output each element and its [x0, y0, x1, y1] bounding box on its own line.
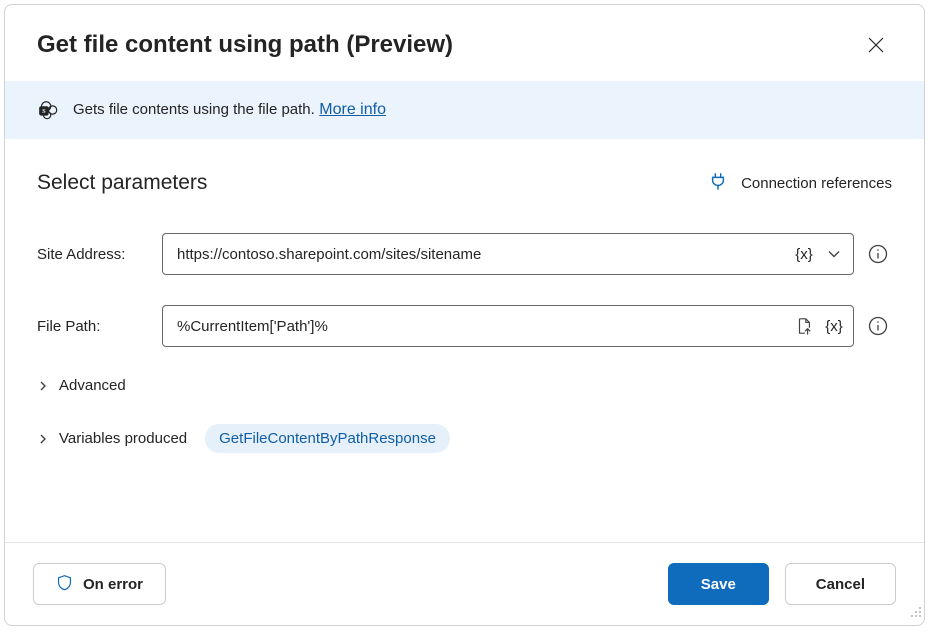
variable-icon: {x} [825, 318, 843, 335]
info-banner: S Gets file contents using the file path… [5, 81, 924, 139]
sharepoint-icon: S [37, 99, 59, 121]
on-error-label: On error [83, 576, 143, 593]
dropdown-button[interactable] [819, 239, 849, 269]
site-address-input-wrap[interactable]: {x} [162, 233, 854, 275]
chevron-right-icon [37, 380, 49, 392]
save-button[interactable]: Save [668, 563, 769, 605]
close-button[interactable] [860, 29, 892, 61]
variable-picker-button[interactable]: {x} [789, 239, 819, 269]
resize-grip-icon[interactable] [908, 604, 922, 623]
close-icon [868, 37, 884, 53]
plug-icon [709, 172, 727, 194]
connection-references-link[interactable]: Connection references [709, 172, 892, 194]
site-address-label: Site Address: [37, 246, 152, 263]
chevron-down-icon [827, 247, 841, 261]
cancel-button[interactable]: Cancel [785, 563, 896, 605]
section-title: Select parameters [37, 171, 207, 195]
file-path-input-wrap[interactable]: {x} [162, 305, 854, 347]
site-address-input[interactable] [177, 246, 789, 263]
file-picker-button[interactable] [789, 311, 819, 341]
advanced-toggle[interactable]: Advanced [37, 377, 892, 394]
info-icon [868, 316, 888, 336]
variable-chip[interactable]: GetFileContentByPathResponse [205, 424, 450, 453]
file-path-input[interactable] [177, 318, 789, 335]
advanced-label: Advanced [59, 377, 126, 394]
shield-icon [56, 574, 73, 595]
file-path-info-button[interactable] [864, 312, 892, 340]
variable-picker-button[interactable]: {x} [819, 311, 849, 341]
more-info-link[interactable]: More info [319, 101, 386, 118]
svg-text:S: S [42, 108, 46, 115]
dialog-title: Get file content using path (Preview) [37, 31, 453, 59]
file-path-label: File Path: [37, 318, 152, 335]
chevron-right-icon [37, 433, 49, 445]
connection-references-label: Connection references [741, 175, 892, 192]
banner-text: Gets file contents using the file path. [73, 101, 315, 118]
variables-produced-label: Variables produced [59, 430, 187, 447]
variables-produced-toggle[interactable]: Variables produced GetFileContentByPathR… [37, 424, 892, 453]
on-error-button[interactable]: On error [33, 563, 166, 605]
variable-icon: {x} [795, 246, 813, 263]
info-icon [868, 244, 888, 264]
site-address-info-button[interactable] [864, 240, 892, 268]
file-select-icon [795, 317, 813, 335]
